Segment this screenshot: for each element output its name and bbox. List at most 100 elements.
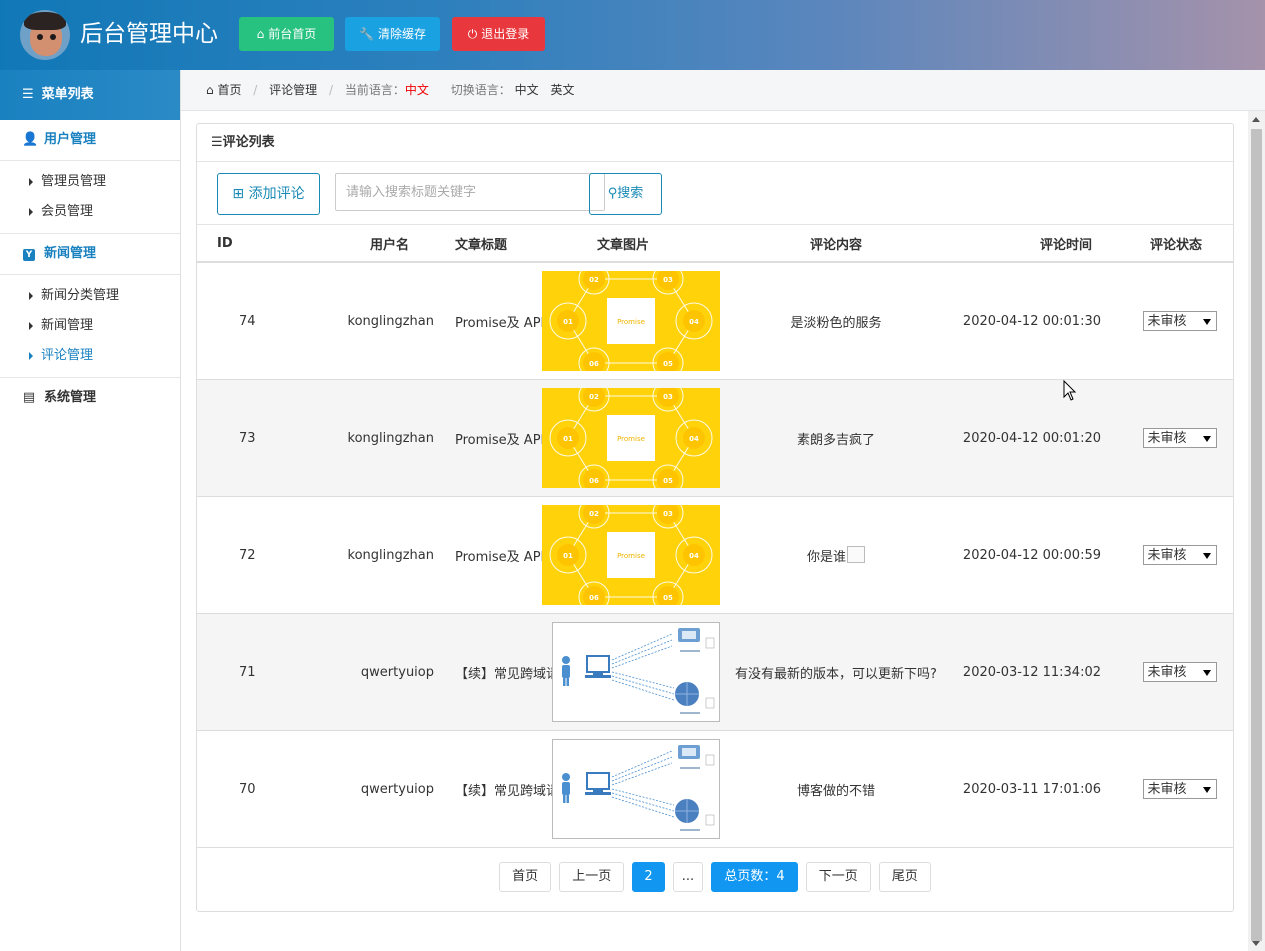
sidebar-category-users[interactable]: 👤 用户管理	[0, 120, 180, 161]
column-header-time: 评论时间	[946, 225, 1104, 263]
column-header-id: ID	[197, 225, 254, 263]
promise-node-label: 05	[663, 360, 673, 368]
sidebar-item-admin-manage[interactable]: 管理员管理	[0, 167, 180, 197]
cell-id: 74	[197, 262, 256, 380]
power-icon: ⏻	[467, 27, 478, 41]
column-header-username: 用户名	[254, 225, 442, 263]
logout-button[interactable]: ⏻ 退出登录	[452, 17, 545, 51]
page-next-button[interactable]: 下一页	[805, 862, 871, 892]
sidebar-item-member-manage[interactable]: 会员管理	[0, 197, 180, 227]
dropdown-arrow-icon	[1202, 670, 1211, 676]
promise-center-label: Promise	[617, 552, 645, 560]
page-first-button[interactable]: 首页	[499, 862, 552, 892]
search-input[interactable]	[335, 173, 605, 211]
toolbar: ⊞ 添加评论 ⚲搜索	[197, 162, 1233, 225]
table-row: 71 qwertyuiop 【续】常见跨域请求方式 有没有最新的版本，可以更新下吗? 2…	[197, 613, 1233, 731]
sidebar-item-news-category[interactable]: 新闻分类管理	[0, 281, 180, 311]
cell-comment-content: 有没有最新的版本，可以更新下吗?	[726, 613, 946, 731]
promise-node-label: 04	[689, 435, 699, 443]
plus-square-icon: ⊞	[232, 186, 245, 202]
column-header-status: 评论状态	[1104, 225, 1233, 263]
frontend-home-button[interactable]: ⌂ 前台首页	[239, 17, 334, 51]
page-scrollbar[interactable]	[1248, 111, 1265, 951]
dropdown-arrow-icon	[1202, 319, 1211, 325]
promise-center-label: Promise	[617, 435, 645, 443]
sidebar-item-comment-manage[interactable]: 评论管理	[0, 341, 180, 371]
sidebar-item-news-manage[interactable]: 新闻管理	[0, 311, 180, 341]
cell-article-image: 02 03 01 04 06 05 Promise	[520, 262, 726, 380]
users-submenu: 管理员管理 会员管理	[0, 161, 180, 234]
page-current-button[interactable]: 2	[632, 862, 665, 892]
cell-status: 未审核	[1104, 379, 1233, 497]
promise-node-label: 02	[589, 510, 599, 518]
status-value: 未审核	[1147, 431, 1187, 446]
cell-comment-time: 2020-03-12 11:34:02	[946, 613, 1104, 731]
page-last-button[interactable]: 尾页	[878, 862, 931, 892]
status-select[interactable]: 未审核	[1142, 545, 1217, 565]
caret-right-icon	[29, 207, 33, 216]
status-select[interactable]: 未审核	[1142, 428, 1217, 448]
switch-language-en[interactable]: 英文	[550, 83, 574, 97]
column-header-content: 评论内容	[726, 225, 946, 263]
status-select[interactable]: 未审核	[1142, 662, 1217, 682]
scroll-down-arrow-icon[interactable]	[1252, 941, 1260, 946]
status-select[interactable]: 未审核	[1142, 311, 1217, 331]
sidebar-category-system[interactable]: ▤ 系统管理	[0, 378, 180, 418]
search-button[interactable]: ⚲搜索	[589, 173, 662, 215]
caret-right-icon	[29, 177, 33, 186]
promise-node-label: 04	[689, 318, 699, 326]
promise-node-label: 03	[663, 510, 673, 518]
caret-right-icon	[29, 351, 33, 360]
cell-id: 71	[197, 613, 256, 731]
breadcrumb-home-link[interactable]: 首页	[217, 83, 241, 97]
sidebar-category-news[interactable]: Y 新闻管理	[0, 234, 180, 275]
page-total-badge: 总页数：4	[711, 862, 798, 892]
cell-comment-content: 你是谁	[726, 496, 946, 614]
wrench-icon: 🔧	[359, 27, 374, 41]
promise-article-image: 02 03 01 04 06 05 Promise	[542, 271, 720, 371]
admin-avatar	[20, 10, 70, 60]
cell-article-title: Promise及 API 模拟实现	[442, 379, 601, 497]
comment-text: 博客做的不错	[796, 783, 875, 799]
cell-id: 72	[197, 496, 256, 614]
news-submenu: 新闻分类管理 新闻管理 评论管理	[0, 275, 180, 378]
scroll-up-arrow-icon[interactable]	[1252, 117, 1260, 122]
status-select[interactable]: 未审核	[1142, 779, 1217, 799]
promise-article-image: 02 03 01 04 06 05 Promise	[542, 505, 720, 605]
status-value: 未审核	[1147, 782, 1187, 797]
page-prev-button[interactable]: 上一页	[559, 862, 625, 892]
breadcrumb: ⌂ 首页 / 评论管理 / 当前语言：中文 切换语言： 中文 英文	[181, 70, 1265, 111]
dropdown-arrow-icon	[1202, 553, 1211, 559]
mouse-cursor-icon	[1063, 380, 1077, 401]
promise-node-label: 05	[663, 477, 673, 485]
cell-username: konglingzhan	[254, 379, 442, 497]
current-language-label: 当前语言：	[344, 83, 405, 97]
caret-right-icon	[29, 321, 33, 330]
promise-node-label: 02	[589, 276, 599, 284]
clear-cache-button[interactable]: 🔧 清除缓存	[345, 17, 440, 51]
switch-language-zh[interactable]: 中文	[515, 83, 539, 97]
cors-article-image	[552, 739, 720, 839]
scrollbar-thumb[interactable]	[1251, 129, 1262, 941]
cell-comment-content: 素朗多吉疯了	[726, 379, 946, 497]
comment-text: 你是谁	[806, 549, 846, 565]
cell-username: qwertyuiop	[254, 730, 442, 848]
promise-node-label: 01	[563, 318, 573, 326]
promise-node-label: 06	[589, 360, 599, 368]
cell-article-title: Promise及 API 模拟实现	[442, 262, 601, 380]
comment-text: 有没有最新的版本，可以更新下吗?	[735, 666, 937, 682]
add-comment-button[interactable]: ⊞ 添加评论	[217, 173, 320, 215]
cell-username: konglingzhan	[254, 262, 442, 380]
caret-right-icon	[29, 291, 33, 300]
cell-article-image: 02 03 01 04 06 05 Promise	[520, 379, 726, 497]
column-header-image: 文章图片	[520, 225, 726, 263]
site-title: 后台管理中心	[80, 21, 218, 47]
table-row: 74 konglingzhan Promise及 API 模拟实现 02 03 01 04 0…	[197, 262, 1233, 380]
news-icon: Y	[23, 249, 35, 261]
promise-article-image: 02 03 01 04 06 05 Promise	[542, 388, 720, 488]
comment-list-panel: ☰评论列表 ⊞ 添加评论 ⚲搜索 ID 用户名 文章标题 文章图片 评论内容 评…	[196, 123, 1234, 912]
table-row: 70 qwertyuiop 【续】常见跨域请求方式 博客做的不错 2020-03-11 …	[197, 730, 1233, 848]
status-value: 未审核	[1147, 314, 1187, 329]
column-header-title: 文章标题	[442, 225, 520, 263]
promise-node-label: 02	[589, 393, 599, 401]
